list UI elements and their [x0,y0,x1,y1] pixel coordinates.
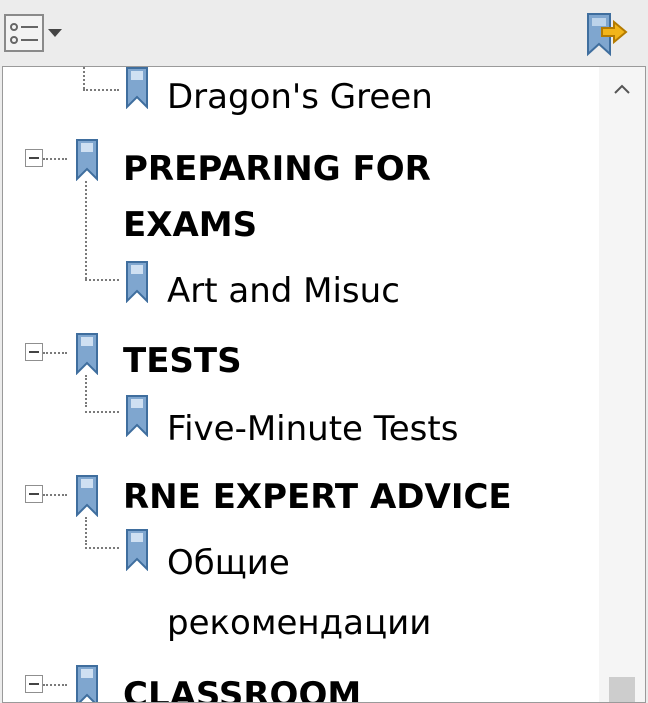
tree-item-label: RNE EXPERT ADVICE [123,477,512,517]
tree-item-label: CLASSROOM [123,675,362,703]
tree-item-label: рекомендации [167,603,432,643]
tree-item-label: EXAMS [123,205,258,245]
tree-item[interactable]: Общие рекомендации [3,529,597,659]
vertical-scrollbar[interactable] [599,67,645,702]
go-to-bookmark-button[interactable] [580,10,628,58]
bookmarks-toolbar [0,0,648,64]
options-menu-button[interactable] [4,14,76,54]
bookmark-icon [76,475,98,517]
tree-item-label: PREPARING FOR [123,149,431,189]
tree-item[interactable]: Dragon's Green [3,67,597,129]
bookmark-icon [76,665,98,702]
tree-item-label: Five-Minute Tests [167,409,459,449]
bookmark-icon [76,333,98,375]
tree-connector-line [83,67,85,89]
tree-item[interactable]: Art and Misuc [3,257,597,319]
bookmarks-tree: Dragon's Green PREPARING FOR EXAMS Art a… [3,67,597,703]
bookmark-icon [126,395,148,437]
collapse-toggle[interactable] [25,485,43,503]
tree-item-label: TESTS [123,341,242,381]
tree-item[interactable]: TESTS [3,325,597,407]
bookmark-icon [126,529,148,571]
tree-connector-line [83,89,119,91]
scrollbar-thumb[interactable] [609,677,635,702]
tree-item-label: Dragon's Green [167,77,433,117]
tree-connector-line [85,411,119,413]
bookmarks-panel: Dragon's Green PREPARING FOR EXAMS Art a… [2,66,646,703]
scroll-up-button[interactable] [609,77,635,103]
tree-item[interactable]: RNE EXPERT ADVICE [3,465,597,545]
tree-connector-line [85,279,119,281]
tree-connector-line [43,494,67,496]
collapse-toggle[interactable] [25,675,43,693]
bookmark-icon [126,261,148,303]
chevron-up-icon [614,84,630,94]
tree-connector-line [43,352,67,354]
tree-item[interactable]: CLASSROOM [3,663,597,703]
bookmark-goto-icon [587,13,628,57]
collapse-toggle[interactable] [25,149,43,167]
bookmark-icon [126,67,148,109]
tree-connector-line [43,684,67,686]
tree-item-label: Общие [167,543,290,583]
tree-item[interactable]: Five-Minute Tests [3,389,597,451]
collapse-toggle[interactable] [25,343,43,361]
tree-connector-line [43,158,67,160]
tree-item-label: Art and Misuc [167,271,400,311]
tree-item[interactable]: PREPARING FOR EXAMS [3,131,597,279]
list-options-icon [4,14,62,52]
bookmark-icon [76,139,98,181]
tree-connector-line [85,547,119,549]
